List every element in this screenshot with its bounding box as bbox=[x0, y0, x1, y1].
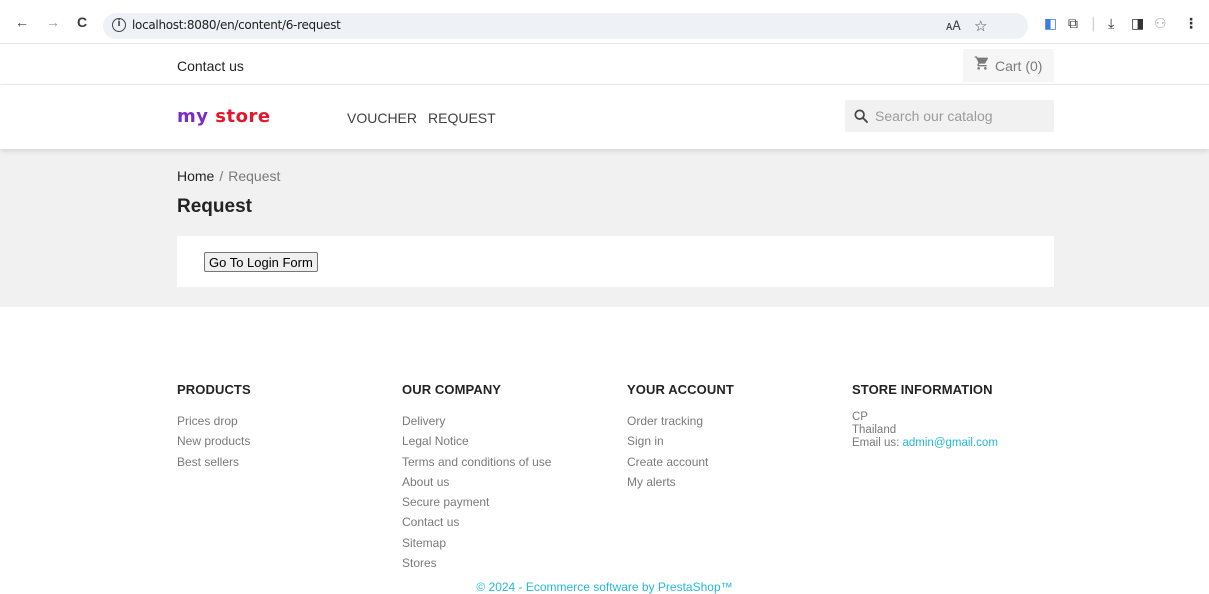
side-panel-icon[interactable]: ◨ bbox=[1131, 17, 1144, 31]
extension-icon[interactable]: ◧ bbox=[1044, 17, 1057, 31]
store-header: my store VOUCHER REQUEST bbox=[0, 85, 1209, 149]
logo-text-store: store bbox=[215, 106, 271, 127]
toolbar-divider: | bbox=[1091, 16, 1096, 32]
menu-kebab-icon[interactable]: ⋮ bbox=[1184, 17, 1198, 31]
logo-text-my: my bbox=[177, 106, 216, 127]
footer-account-column: YOUR ACCOUNT Order tracking Sign in Crea… bbox=[627, 382, 734, 492]
store-top-nav: Contact us Cart (0) bbox=[0, 45, 1209, 85]
breadcrumb-home-link[interactable]: Home bbox=[177, 168, 214, 184]
footer-products-title: PRODUCTS bbox=[177, 382, 251, 397]
footer-company-title: OUR COMPANY bbox=[402, 382, 502, 397]
footer-link-legal-notice[interactable]: Legal Notice bbox=[402, 431, 551, 451]
footer-copyright[interactable]: © 2024 - Ecommerce software by PrestaSho… bbox=[0, 580, 1209, 594]
content-wrapper: Home / Request Request Go To Login Form bbox=[0, 149, 1209, 307]
store-email-line: Email us: admin@gmail.com bbox=[852, 437, 998, 450]
search-widget bbox=[845, 100, 1054, 132]
breadcrumb-current: Request bbox=[228, 168, 281, 184]
footer-account-title: YOUR ACCOUNT bbox=[627, 382, 734, 397]
footer-link-sitemap[interactable]: Sitemap bbox=[402, 533, 551, 553]
page-content-box: Go To Login Form bbox=[177, 236, 1054, 287]
footer-store-info-title: STORE INFORMATION bbox=[852, 382, 993, 397]
footer-link-create-account[interactable]: Create account bbox=[627, 452, 734, 472]
footer-products-column: PRODUCTS Prices drop New products Best s… bbox=[177, 382, 251, 472]
footer-link-prices-drop[interactable]: Prices drop bbox=[177, 411, 251, 431]
back-arrow-icon[interactable]: ← bbox=[14, 14, 30, 30]
store-country: Thailand bbox=[852, 424, 897, 436]
footer-link-secure-payment[interactable]: Secure payment bbox=[402, 492, 551, 512]
footer-link-best-sellers[interactable]: Best sellers bbox=[177, 452, 251, 472]
site-info-icon[interactable]: i bbox=[112, 18, 126, 32]
contact-us-link[interactable]: Contact us bbox=[177, 58, 244, 74]
menu-item-voucher[interactable]: VOUCHER bbox=[347, 110, 417, 126]
footer-link-delivery[interactable]: Delivery bbox=[402, 411, 551, 431]
store-email-link[interactable]: admin@gmail.com bbox=[903, 437, 998, 449]
cart-button[interactable]: Cart (0) bbox=[963, 49, 1054, 82]
browser-toolbar: ← → C i localhost:8080/en/content/6-requ… bbox=[0, 0, 1209, 44]
footer-link-sign-in[interactable]: Sign in bbox=[627, 431, 734, 451]
footer-link-order-tracking[interactable]: Order tracking bbox=[627, 411, 734, 431]
cart-icon bbox=[974, 56, 988, 70]
store-email-label: Email us: bbox=[852, 437, 903, 449]
footer-link-my-alerts[interactable]: My alerts bbox=[627, 472, 734, 492]
search-icon[interactable] bbox=[853, 108, 869, 124]
footer-company-column: OUR COMPANY Delivery Legal Notice Terms … bbox=[402, 382, 551, 573]
page-title: Request bbox=[177, 196, 252, 217]
puzzle-icon[interactable]: ⧉ bbox=[1068, 17, 1078, 31]
search-input[interactable] bbox=[875, 106, 1045, 126]
store-logo[interactable]: my store bbox=[177, 106, 271, 127]
store-name: CP bbox=[852, 411, 868, 423]
bookmark-star-icon[interactable]: ☆ bbox=[974, 17, 987, 35]
footer-link-new-products[interactable]: New products bbox=[177, 431, 251, 451]
download-icon[interactable]: ⤓ bbox=[1108, 17, 1114, 31]
footer-store-info-column: STORE INFORMATION CP Thailand Email us: … bbox=[852, 382, 998, 450]
address-url[interactable]: localhost:8080/en/content/6-request bbox=[132, 18, 341, 32]
breadcrumb: Home / Request bbox=[177, 168, 280, 184]
breadcrumb-separator: / bbox=[219, 168, 224, 184]
footer-link-contact-us[interactable]: Contact us bbox=[402, 512, 551, 532]
address-bar[interactable]: i localhost:8080/en/content/6-request 🗚 … bbox=[103, 13, 1028, 39]
footer-link-about-us[interactable]: About us bbox=[402, 472, 551, 492]
profile-icon[interactable]: ⚇ bbox=[1154, 17, 1167, 31]
reload-icon[interactable]: C bbox=[74, 14, 90, 30]
menu-item-request[interactable]: REQUEST bbox=[428, 110, 496, 126]
translate-icon[interactable]: 🗚 bbox=[946, 19, 961, 34]
forward-arrow-icon[interactable]: → bbox=[45, 14, 61, 30]
footer-link-stores[interactable]: Stores bbox=[402, 553, 551, 573]
go-to-login-form-button[interactable]: Go To Login Form bbox=[204, 252, 318, 272]
footer-link-terms[interactable]: Terms and conditions of use bbox=[402, 452, 551, 472]
cart-label: Cart (0) bbox=[995, 58, 1043, 74]
